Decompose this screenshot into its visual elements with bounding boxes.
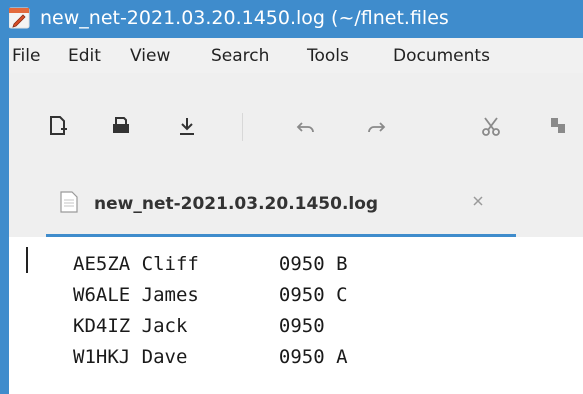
editor-line: AE5ZA Cliff 0950 B bbox=[73, 253, 348, 275]
toolbar-separator bbox=[242, 113, 243, 141]
toolbar bbox=[0, 73, 583, 173]
copy-icon[interactable] bbox=[548, 115, 570, 137]
undo-icon[interactable] bbox=[295, 115, 317, 137]
tab-strip: new_net-2021.03.20.1450.log bbox=[0, 173, 583, 237]
menu-view[interactable]: View bbox=[130, 46, 170, 66]
text-cursor bbox=[26, 247, 28, 273]
editor-line: KD4IZ Jack 0950 bbox=[73, 315, 325, 337]
editor-line: W6ALE James 0950 C bbox=[73, 284, 348, 306]
menu-file[interactable]: File bbox=[12, 46, 40, 66]
editor-lines: AE5ZA Cliff 0950 B W6ALE James 0950 C KD… bbox=[73, 249, 348, 373]
new-document-icon[interactable] bbox=[47, 115, 69, 137]
text-editor-app-icon bbox=[8, 7, 30, 29]
window-left-border bbox=[0, 0, 9, 394]
title-bar: new_net-2021.03.20.1450.log (~/flnet.fil… bbox=[0, 0, 583, 38]
menu-tools[interactable]: Tools bbox=[307, 46, 349, 66]
menu-bar: File Edit View Search Tools Documents bbox=[0, 38, 583, 73]
text-editor-area[interactable]: AE5ZA Cliff 0950 B W6ALE James 0950 C KD… bbox=[0, 237, 583, 394]
close-tab-icon[interactable] bbox=[470, 193, 486, 209]
open-icon[interactable] bbox=[110, 115, 132, 137]
document-tab[interactable]: new_net-2021.03.20.1450.log bbox=[46, 173, 516, 237]
editor-line: W1HKJ Dave 0950 A bbox=[73, 346, 348, 368]
tab-label: new_net-2021.03.20.1450.log bbox=[94, 194, 379, 214]
menu-documents[interactable]: Documents bbox=[393, 46, 490, 66]
cut-icon[interactable] bbox=[480, 115, 502, 137]
menu-edit[interactable]: Edit bbox=[68, 46, 101, 66]
window-title: new_net-2021.03.20.1450.log (~/flnet.fil… bbox=[40, 7, 449, 29]
text-file-icon bbox=[60, 191, 78, 213]
redo-icon[interactable] bbox=[365, 115, 387, 137]
menu-search[interactable]: Search bbox=[211, 46, 269, 66]
save-icon[interactable] bbox=[176, 115, 198, 137]
